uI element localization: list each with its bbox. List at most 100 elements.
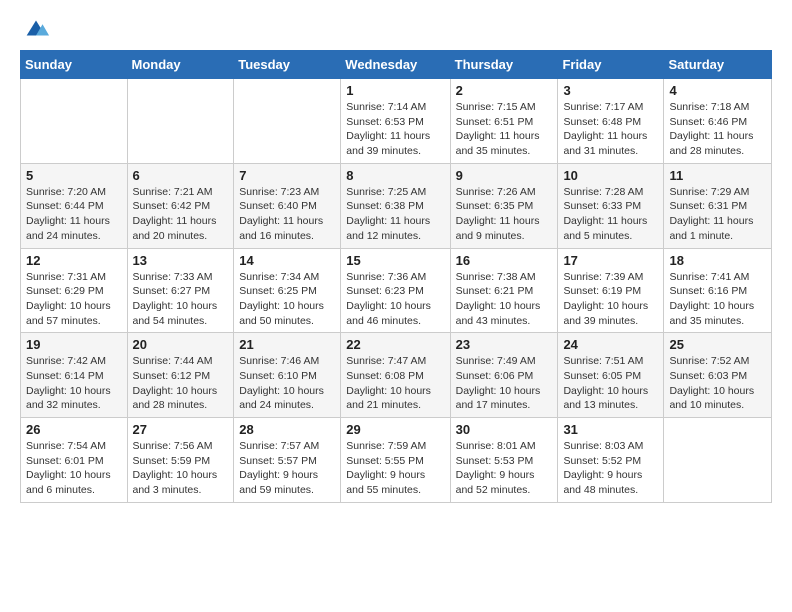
day-info: Sunrise: 7:28 AMSunset: 6:33 PMDaylight:…	[563, 186, 647, 242]
day-info: Sunrise: 7:20 AMSunset: 6:44 PMDaylight:…	[26, 186, 110, 242]
calendar-cell: 14 Sunrise: 7:34 AMSunset: 6:25 PMDayligh…	[234, 248, 341, 333]
day-info: Sunrise: 7:59 AMSunset: 5:55 PMDaylight:…	[346, 440, 426, 496]
day-info: Sunrise: 7:42 AMSunset: 6:14 PMDaylight:…	[26, 355, 111, 411]
day-number: 18	[669, 253, 766, 268]
day-number: 3	[563, 83, 658, 98]
day-number: 15	[346, 253, 444, 268]
day-number: 27	[133, 422, 229, 437]
day-number: 11	[669, 168, 766, 183]
calendar-cell	[664, 418, 772, 503]
day-info: Sunrise: 7:31 AMSunset: 6:29 PMDaylight:…	[26, 271, 111, 327]
day-info: Sunrise: 7:36 AMSunset: 6:23 PMDaylight:…	[346, 271, 431, 327]
calendar-cell: 27 Sunrise: 7:56 AMSunset: 5:59 PMDayligh…	[127, 418, 234, 503]
day-number: 24	[563, 337, 658, 352]
calendar-cell: 22 Sunrise: 7:47 AMSunset: 6:08 PMDayligh…	[341, 333, 450, 418]
day-info: Sunrise: 7:33 AMSunset: 6:27 PMDaylight:…	[133, 271, 218, 327]
day-info: Sunrise: 7:47 AMSunset: 6:08 PMDaylight:…	[346, 355, 431, 411]
calendar-cell: 1 Sunrise: 7:14 AMSunset: 6:53 PMDaylight…	[341, 79, 450, 164]
day-info: Sunrise: 7:21 AMSunset: 6:42 PMDaylight:…	[133, 186, 217, 242]
day-number: 13	[133, 253, 229, 268]
weekday-header: Wednesday	[341, 51, 450, 79]
day-number: 5	[26, 168, 122, 183]
day-info: Sunrise: 7:18 AMSunset: 6:46 PMDaylight:…	[669, 101, 753, 157]
day-number: 12	[26, 253, 122, 268]
calendar-cell: 6 Sunrise: 7:21 AMSunset: 6:42 PMDaylight…	[127, 163, 234, 248]
day-number: 25	[669, 337, 766, 352]
calendar-header-row: SundayMondayTuesdayWednesdayThursdayFrid…	[21, 51, 772, 79]
day-info: Sunrise: 7:29 AMSunset: 6:31 PMDaylight:…	[669, 186, 753, 242]
calendar-cell: 25 Sunrise: 7:52 AMSunset: 6:03 PMDayligh…	[664, 333, 772, 418]
calendar-cell: 7Sunrise: 7:23 AMSunset: 6:40 PMDaylight…	[234, 163, 341, 248]
day-info: Sunrise: 7:49 AMSunset: 6:06 PMDaylight:…	[456, 355, 541, 411]
day-info: Sunrise: 7:41 AMSunset: 6:16 PMDaylight:…	[669, 271, 754, 327]
day-info: Sunrise: 7:34 AMSunset: 6:25 PMDaylight:…	[239, 271, 324, 327]
weekday-header: Saturday	[664, 51, 772, 79]
day-number: 17	[563, 253, 658, 268]
day-number: 26	[26, 422, 122, 437]
day-info: Sunrise: 7:38 AMSunset: 6:21 PMDaylight:…	[456, 271, 541, 327]
calendar-cell: 26 Sunrise: 7:54 AMSunset: 6:01 PMDayligh…	[21, 418, 128, 503]
calendar-cell	[234, 79, 341, 164]
day-info: Sunrise: 7:15 AMSunset: 6:51 PMDaylight:…	[456, 101, 540, 157]
calendar-cell: 21 Sunrise: 7:46 AMSunset: 6:10 PMDayligh…	[234, 333, 341, 418]
calendar-cell: 24 Sunrise: 7:51 AMSunset: 6:05 PMDayligh…	[558, 333, 664, 418]
weekday-header: Friday	[558, 51, 664, 79]
day-info: Sunrise: 7:52 AMSunset: 6:03 PMDaylight:…	[669, 355, 754, 411]
day-number: 4	[669, 83, 766, 98]
day-info: Sunrise: 8:01 AMSunset: 5:53 PMDaylight:…	[456, 440, 536, 496]
day-info: Sunrise: 7:26 AMSunset: 6:35 PMDaylight:…	[456, 186, 540, 242]
calendar-table: SundayMondayTuesdayWednesdayThursdayFrid…	[20, 50, 772, 503]
day-number: 10	[563, 168, 658, 183]
day-number: 1	[346, 83, 444, 98]
calendar-week-row: 12 Sunrise: 7:31 AMSunset: 6:29 PMDayligh…	[21, 248, 772, 333]
calendar-cell: 2Sunrise: 7:15 AMSunset: 6:51 PMDaylight…	[450, 79, 558, 164]
weekday-header: Tuesday	[234, 51, 341, 79]
day-info: Sunrise: 7:56 AMSunset: 5:59 PMDaylight:…	[133, 440, 218, 496]
day-number: 23	[456, 337, 553, 352]
calendar-cell: 12 Sunrise: 7:31 AMSunset: 6:29 PMDayligh…	[21, 248, 128, 333]
logo-icon	[22, 16, 50, 40]
calendar-week-row: 26 Sunrise: 7:54 AMSunset: 6:01 PMDayligh…	[21, 418, 772, 503]
day-info: Sunrise: 7:54 AMSunset: 6:01 PMDaylight:…	[26, 440, 111, 496]
calendar-cell: 13 Sunrise: 7:33 AMSunset: 6:27 PMDayligh…	[127, 248, 234, 333]
day-info: Sunrise: 7:17 AMSunset: 6:48 PMDaylight:…	[563, 101, 647, 157]
day-info: Sunrise: 7:46 AMSunset: 6:10 PMDaylight:…	[239, 355, 324, 411]
calendar-cell: 5 Sunrise: 7:20 AMSunset: 6:44 PMDaylight…	[21, 163, 128, 248]
day-info: Sunrise: 7:57 AMSunset: 5:57 PMDaylight:…	[239, 440, 319, 496]
weekday-header: Thursday	[450, 51, 558, 79]
day-number: 31	[563, 422, 658, 437]
calendar-cell	[127, 79, 234, 164]
day-info: Sunrise: 7:51 AMSunset: 6:05 PMDaylight:…	[563, 355, 648, 411]
day-number: 29	[346, 422, 444, 437]
day-number: 16	[456, 253, 553, 268]
calendar-cell: 28Sunrise: 7:57 AMSunset: 5:57 PMDayligh…	[234, 418, 341, 503]
day-number: 8	[346, 168, 444, 183]
header	[20, 16, 772, 40]
day-number: 21	[239, 337, 335, 352]
calendar-cell: 18 Sunrise: 7:41 AMSunset: 6:16 PMDayligh…	[664, 248, 772, 333]
calendar-week-row: 5 Sunrise: 7:20 AMSunset: 6:44 PMDaylight…	[21, 163, 772, 248]
day-info: Sunrise: 8:03 AMSunset: 5:52 PMDaylight:…	[563, 440, 643, 496]
day-info: Sunrise: 7:44 AMSunset: 6:12 PMDaylight:…	[133, 355, 218, 411]
weekday-header: Sunday	[21, 51, 128, 79]
calendar-cell: 15 Sunrise: 7:36 AMSunset: 6:23 PMDayligh…	[341, 248, 450, 333]
day-number: 22	[346, 337, 444, 352]
day-number: 7	[239, 168, 335, 183]
day-info: Sunrise: 7:14 AMSunset: 6:53 PMDaylight:…	[346, 101, 430, 157]
calendar-cell: 8 Sunrise: 7:25 AMSunset: 6:38 PMDaylight…	[341, 163, 450, 248]
day-number: 9	[456, 168, 553, 183]
day-number: 19	[26, 337, 122, 352]
calendar-cell	[21, 79, 128, 164]
day-number: 14	[239, 253, 335, 268]
calendar-cell: 4 Sunrise: 7:18 AMSunset: 6:46 PMDaylight…	[664, 79, 772, 164]
day-number: 30	[456, 422, 553, 437]
calendar-cell: 16 Sunrise: 7:38 AMSunset: 6:21 PMDayligh…	[450, 248, 558, 333]
day-info: Sunrise: 7:25 AMSunset: 6:38 PMDaylight:…	[346, 186, 430, 242]
calendar-cell: 10 Sunrise: 7:28 AMSunset: 6:33 PMDayligh…	[558, 163, 664, 248]
calendar-cell: 17Sunrise: 7:39 AMSunset: 6:19 PMDayligh…	[558, 248, 664, 333]
calendar-week-row: 1 Sunrise: 7:14 AMSunset: 6:53 PMDaylight…	[21, 79, 772, 164]
calendar-cell: 11 Sunrise: 7:29 AMSunset: 6:31 PMDayligh…	[664, 163, 772, 248]
calendar-cell: 9 Sunrise: 7:26 AMSunset: 6:35 PMDaylight…	[450, 163, 558, 248]
calendar-cell: 19 Sunrise: 7:42 AMSunset: 6:14 PMDayligh…	[21, 333, 128, 418]
day-number: 6	[133, 168, 229, 183]
